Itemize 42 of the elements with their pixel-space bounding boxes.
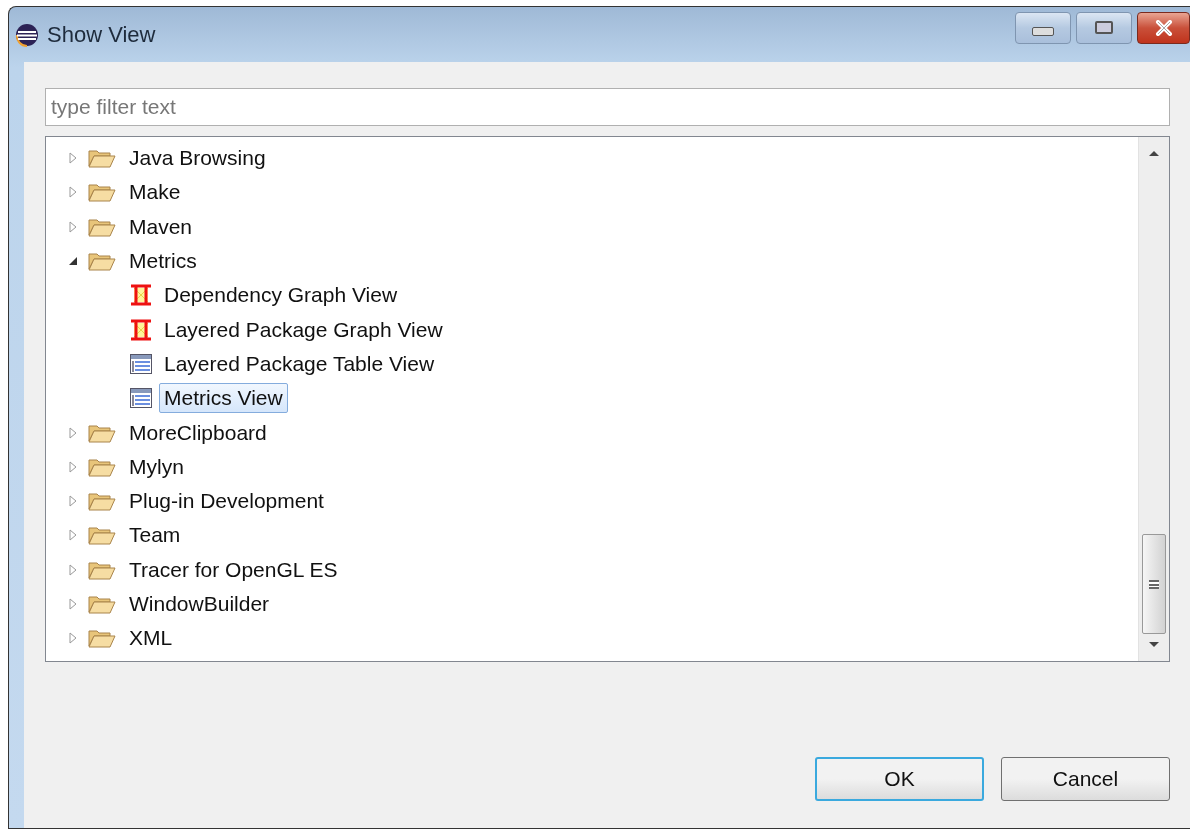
folder-icon: [88, 594, 116, 614]
minimize-icon: [1032, 27, 1054, 36]
tree-item[interactable]: Java Browsing: [124, 143, 271, 174]
close-icon: [1153, 19, 1174, 36]
close-button[interactable]: [1137, 11, 1190, 44]
graph-icon: [129, 283, 153, 308]
table-icon: [129, 352, 153, 375]
tree-item[interactable]: Layered Package Graph View: [159, 314, 448, 345]
table-icon: [129, 387, 153, 410]
folder-icon: [88, 216, 116, 237]
folder-icon: [88, 559, 116, 580]
tree-item[interactable]: MoreClipboard: [124, 417, 272, 448]
tree-item[interactable]: Team: [124, 520, 186, 551]
folder-icon: [88, 628, 116, 649]
filter-field[interactable]: type filter text: [45, 88, 1170, 126]
scroll-bar[interactable]: [1138, 137, 1169, 661]
tree-item[interactable]: WindowBuilder: [124, 589, 275, 619]
tree-item[interactable]: Metrics View: [159, 383, 288, 414]
folder-icon: [88, 491, 116, 512]
window-title: Show View: [47, 21, 156, 48]
minimize-button[interactable]: [1015, 11, 1071, 44]
tree-item[interactable]: XML: [124, 623, 178, 654]
dialog-button[interactable]: OK: [815, 757, 984, 801]
folder-icon: [88, 422, 116, 443]
tree-item[interactable]: Dependency Graph View: [159, 280, 403, 311]
tree-item[interactable]: Metrics: [124, 246, 202, 277]
graph-icon: [129, 317, 153, 342]
folder-icon: [88, 251, 116, 272]
tree-item[interactable]: Layered Package Table View: [159, 348, 440, 379]
maximize-icon: [1095, 21, 1113, 34]
folder-icon: [88, 148, 116, 169]
folder-icon: [88, 456, 116, 477]
tree-item[interactable]: Make: [124, 177, 186, 208]
tree-item[interactable]: Mylyn: [124, 451, 189, 482]
dialog-button[interactable]: Cancel: [1001, 757, 1170, 801]
folder-icon: [88, 525, 116, 546]
tree-item[interactable]: Maven: [124, 211, 198, 242]
tree-item[interactable]: Plug-in Development: [124, 486, 329, 517]
tree-item[interactable]: Tracer for OpenGL ES: [124, 554, 343, 585]
folder-icon: [88, 182, 116, 203]
maximize-button[interactable]: [1076, 11, 1132, 44]
eclipse-icon: [15, 22, 39, 47]
